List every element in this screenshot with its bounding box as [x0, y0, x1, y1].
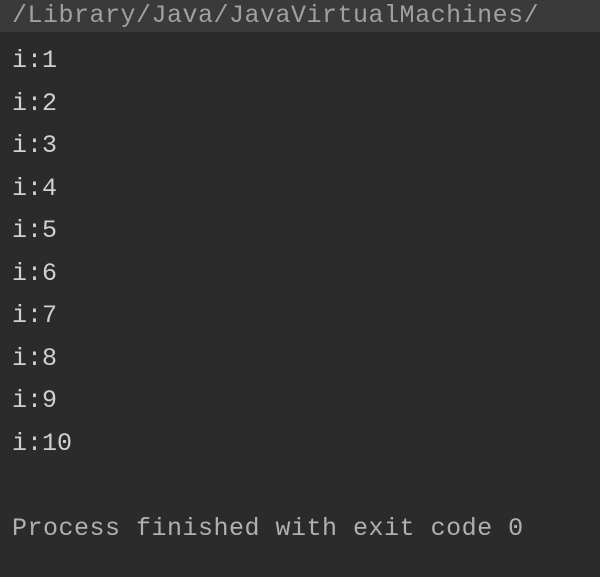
output-line: i:1	[12, 40, 588, 83]
output-line: i:6	[12, 253, 588, 296]
output-line: i:7	[12, 295, 588, 338]
output-line: i:8	[12, 338, 588, 381]
blank-line	[12, 465, 588, 508]
output-line: i:10	[12, 423, 588, 466]
exit-status-line: Process finished with exit code 0	[12, 508, 588, 551]
command-path-header: /Library/Java/JavaVirtualMachines/	[0, 0, 600, 32]
output-line: i:5	[12, 210, 588, 253]
output-line: i:2	[12, 83, 588, 126]
output-line: i:9	[12, 380, 588, 423]
command-path-text: /Library/Java/JavaVirtualMachines/	[12, 1, 539, 30]
output-line: i:4	[12, 168, 588, 211]
output-line: i:3	[12, 125, 588, 168]
console-output: i:1 i:2 i:3 i:4 i:5 i:6 i:7 i:8 i:9 i:10…	[0, 32, 600, 558]
